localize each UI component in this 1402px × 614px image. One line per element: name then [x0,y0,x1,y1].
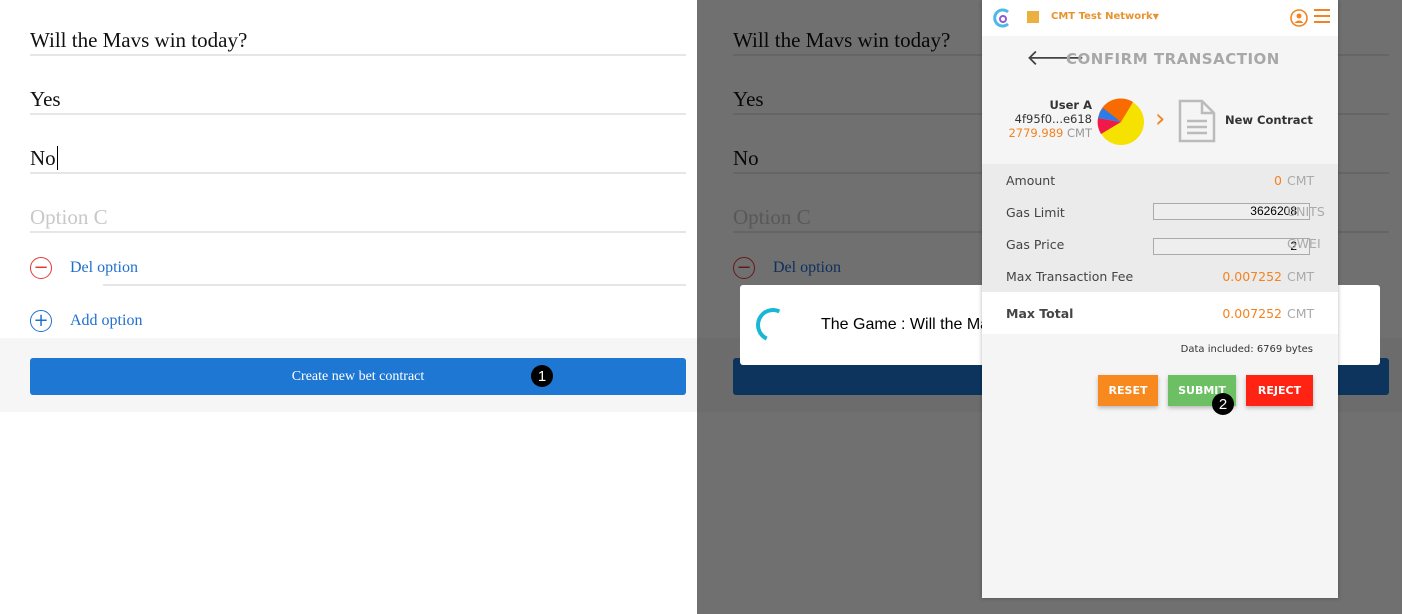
network-label: CMT Test Network [1051,11,1153,22]
sender-balance: 2779.989 [1008,126,1064,140]
text-cursor [56,146,58,170]
account-switch-icon[interactable] [1289,8,1309,28]
fee-row: Max Transaction Fee 0.007252 CMT [982,260,1338,292]
reset-button[interactable]: RESET [1098,375,1158,406]
document-icon [1178,99,1216,143]
del-option-label: Del option [70,259,138,276]
page-title: CONFIRM TRANSACTION [1066,50,1280,68]
bet-form: Will the Mavs win today? Yes No Option C… [0,0,697,614]
data-included: Data included: 6769 bytes [1180,344,1313,355]
fee-label: Max Transaction Fee [1006,269,1134,284]
option-input-2[interactable]: No [30,144,686,174]
gas-price-label: Gas Price [1006,237,1065,252]
gas-price-unit: GWEI [1287,236,1321,251]
minus-circle-icon: − [30,257,52,279]
step-badge-2: 2 [1212,393,1234,415]
fee-value: 0.007252 [1222,269,1282,284]
fee-unit: CMT [1287,269,1315,284]
total-value: 0.007252 [1222,306,1282,321]
option-input-3[interactable]: Option C [30,203,686,233]
loading-spinner-icon [751,303,795,347]
wallet-header: CMT Test Network▼ [982,0,1338,36]
amount-value: 0 [1274,173,1282,188]
gas-limit-unit: UNITS [1287,204,1325,219]
total-label: Max Total [1006,306,1074,321]
amount-unit: CMT [1287,173,1315,188]
network-color-icon [1027,11,1039,23]
caret-down-icon: ▼ [1152,12,1159,21]
plus-circle-icon: + [30,310,52,332]
balance-currency: CMT [1067,126,1092,140]
option-text: No [30,146,56,170]
arrow-right-icon: › [1155,104,1166,134]
recipient-label: New Contract [1225,113,1313,127]
account-avatar-icon [1097,98,1144,145]
add-option-label: Add option [70,312,143,329]
gas-price-row: Gas Price 2 GWEI [982,228,1338,260]
gas-limit-label: Gas Limit [1006,205,1065,220]
option-input-1[interactable]: Yes [30,85,686,115]
loading-message: The Game : Will the Ma [821,316,990,333]
sender-name: User A [1049,98,1092,112]
divider [103,284,686,286]
amount-row: Amount 0 CMT [982,164,1338,196]
total-unit: CMT [1287,306,1315,321]
menu-icon[interactable] [1314,9,1330,23]
total-row: Max Total 0.007252 CMT [982,292,1338,334]
cybermiles-logo-icon [993,8,1009,28]
network-selector[interactable]: CMT Test Network▼ [1051,11,1159,22]
gas-limit-row: Gas Limit 3626208 UNITS [982,196,1338,228]
reject-button[interactable]: REJECT [1246,375,1313,406]
wallet-popup: CMT Test Network▼ 🡐 CONFIRM TRANSACTION … [982,0,1338,598]
sender-info: User A 4f95f0...e618 2779.989 CMT [1008,98,1092,140]
del-option-button[interactable]: − Del option [30,257,138,279]
step-badge-1: 1 [531,365,553,387]
sender-address: 4f95f0...e618 [1014,112,1092,126]
add-option-button[interactable]: + Add option [30,310,142,332]
amount-label: Amount [1006,173,1056,188]
question-input[interactable]: Will the Mavs win today? [30,26,686,56]
create-contract-button[interactable]: Create new bet contract [30,358,686,395]
